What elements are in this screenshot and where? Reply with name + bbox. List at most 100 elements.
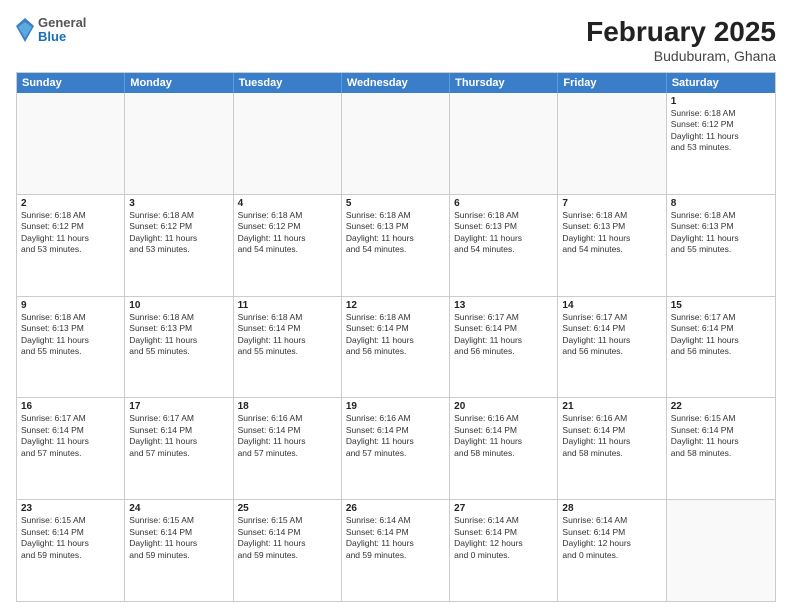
day-info: Sunrise: 6:17 AM Sunset: 6:14 PM Dayligh… [454, 312, 553, 358]
header-day-tuesday: Tuesday [234, 73, 342, 93]
day-info: Sunrise: 6:14 AM Sunset: 6:14 PM Dayligh… [346, 515, 445, 561]
day-cell-2: 2Sunrise: 6:18 AM Sunset: 6:12 PM Daylig… [17, 195, 125, 296]
day-info: Sunrise: 6:15 AM Sunset: 6:14 PM Dayligh… [238, 515, 337, 561]
day-info: Sunrise: 6:16 AM Sunset: 6:14 PM Dayligh… [562, 413, 661, 459]
calendar-row-3: 16 Sunrise: 6:17 AM Sunset: 6:14 PM Dayli… [17, 397, 775, 499]
day-cell-26: 26Sunrise: 6:14 AM Sunset: 6:14 PM Dayli… [342, 500, 450, 601]
day-number: 15 [671, 300, 771, 311]
empty-cell [125, 93, 233, 194]
day-number: 3 [129, 198, 228, 209]
logo-icon [16, 18, 34, 42]
day-number: 23 [21, 503, 120, 514]
header-day-thursday: Thursday [450, 73, 558, 93]
day-number: 16 [21, 401, 120, 412]
calendar-title: February 2025 [586, 16, 776, 48]
day-cell-13: 13Sunrise: 6:17 AM Sunset: 6:14 PM Dayli… [450, 297, 558, 398]
empty-cell [558, 93, 666, 194]
day-number: 9 [21, 300, 120, 311]
day-info: Sunrise: 6:18 AM Sunset: 6:13 PM Dayligh… [454, 210, 553, 256]
day-info: Sunrise: 6:15 AM Sunset: 6:14 PM Dayligh… [21, 515, 120, 561]
header-day-friday: Friday [558, 73, 666, 93]
day-cell-11: 11Sunrise: 6:18 AM Sunset: 6:14 PM Dayli… [234, 297, 342, 398]
header-day-saturday: Saturday [667, 73, 775, 93]
day-cell-23: 23Sunrise: 6:15 AM Sunset: 6:14 PM Dayli… [17, 500, 125, 601]
day-cell-24: 24Sunrise: 6:15 AM Sunset: 6:14 PM Dayli… [125, 500, 233, 601]
day-info: Sunrise: 6:15 AM Sunset: 6:14 PM Dayligh… [129, 515, 228, 561]
day-number: 10 [129, 300, 228, 311]
day-info: Sunrise: 6:18 AM Sunset: 6:12 PM Dayligh… [129, 210, 228, 256]
day-number: 14 [562, 300, 661, 311]
day-number: 19 [346, 401, 445, 412]
day-info: Sunrise: 6:16 AM Sunset: 6:14 PM Dayligh… [454, 413, 553, 459]
day-number: 26 [346, 503, 445, 514]
calendar-row-1: 2Sunrise: 6:18 AM Sunset: 6:12 PM Daylig… [17, 194, 775, 296]
day-info: Sunrise: 6:16 AM Sunset: 6:14 PM Dayligh… [346, 413, 445, 459]
day-cell-18: 18Sunrise: 6:16 AM Sunset: 6:14 PM Dayli… [234, 398, 342, 499]
day-number: 21 [562, 401, 661, 412]
day-cell-28: 28Sunrise: 6:14 AM Sunset: 6:14 PM Dayli… [558, 500, 666, 601]
day-number: 25 [238, 503, 337, 514]
day-cell-15: 15Sunrise: 6:17 AM Sunset: 6:14 PM Dayli… [667, 297, 775, 398]
calendar-row-2: 9Sunrise: 6:18 AM Sunset: 6:13 PM Daylig… [17, 296, 775, 398]
day-info: Sunrise: 6:18 AM Sunset: 6:12 PM Dayligh… [671, 108, 771, 154]
day-number: 18 [238, 401, 337, 412]
day-number: 22 [671, 401, 771, 412]
calendar: SundayMondayTuesdayWednesdayThursdayFrid… [16, 72, 776, 602]
day-number: 8 [671, 198, 771, 209]
day-info: Sunrise: 6:18 AM Sunset: 6:13 PM Dayligh… [562, 210, 661, 256]
day-info: Sunrise: 6:17 AM Sunset: 6:14 PM Dayligh… [671, 312, 771, 358]
calendar-subtitle: Buduburam, Ghana [586, 48, 776, 64]
day-cell-16: 16Sunrise: 6:17 AM Sunset: 6:14 PM Dayli… [17, 398, 125, 499]
header-day-wednesday: Wednesday [342, 73, 450, 93]
day-cell-1: 1Sunrise: 6:18 AM Sunset: 6:12 PM Daylig… [667, 93, 775, 194]
day-info: Sunrise: 6:18 AM Sunset: 6:13 PM Dayligh… [129, 312, 228, 358]
logo: General Blue [16, 16, 86, 45]
header-day-monday: Monday [125, 73, 233, 93]
day-number: 7 [562, 198, 661, 209]
calendar-body: 1Sunrise: 6:18 AM Sunset: 6:12 PM Daylig… [17, 93, 775, 601]
day-info: Sunrise: 6:18 AM Sunset: 6:12 PM Dayligh… [238, 210, 337, 256]
day-cell-4: 4Sunrise: 6:18 AM Sunset: 6:12 PM Daylig… [234, 195, 342, 296]
day-info: Sunrise: 6:14 AM Sunset: 6:14 PM Dayligh… [562, 515, 661, 561]
day-cell-5: 5Sunrise: 6:18 AM Sunset: 6:13 PM Daylig… [342, 195, 450, 296]
day-cell-27: 27Sunrise: 6:14 AM Sunset: 6:14 PM Dayli… [450, 500, 558, 601]
calendar-row-4: 23Sunrise: 6:15 AM Sunset: 6:14 PM Dayli… [17, 499, 775, 601]
day-cell-25: 25Sunrise: 6:15 AM Sunset: 6:14 PM Dayli… [234, 500, 342, 601]
day-cell-21: 21Sunrise: 6:16 AM Sunset: 6:14 PM Dayli… [558, 398, 666, 499]
day-info: Sunrise: 6:17 AM Sunset: 6:14 PM Dayligh… [129, 413, 228, 459]
day-info: Sunrise: 6:18 AM Sunset: 6:13 PM Dayligh… [346, 210, 445, 256]
day-number: 11 [238, 300, 337, 311]
logo-blue: Blue [38, 30, 86, 44]
day-number: 24 [129, 503, 228, 514]
day-number: 20 [454, 401, 553, 412]
day-number: 17 [129, 401, 228, 412]
day-cell-19: 19Sunrise: 6:16 AM Sunset: 6:14 PM Dayli… [342, 398, 450, 499]
day-info: Sunrise: 6:18 AM Sunset: 6:12 PM Dayligh… [21, 210, 120, 256]
day-cell-3: 3Sunrise: 6:18 AM Sunset: 6:12 PM Daylig… [125, 195, 233, 296]
day-number: 13 [454, 300, 553, 311]
empty-cell [342, 93, 450, 194]
day-number: 27 [454, 503, 553, 514]
day-number: 28 [562, 503, 661, 514]
calendar-header: SundayMondayTuesdayWednesdayThursdayFrid… [17, 73, 775, 93]
day-cell-14: 14Sunrise: 6:17 AM Sunset: 6:14 PM Dayli… [558, 297, 666, 398]
day-cell-8: 8Sunrise: 6:18 AM Sunset: 6:13 PM Daylig… [667, 195, 775, 296]
day-info: Sunrise: 6:15 AM Sunset: 6:14 PM Dayligh… [671, 413, 771, 459]
day-cell-6: 6Sunrise: 6:18 AM Sunset: 6:13 PM Daylig… [450, 195, 558, 296]
day-cell-17: 17Sunrise: 6:17 AM Sunset: 6:14 PM Dayli… [125, 398, 233, 499]
day-cell-20: 20Sunrise: 6:16 AM Sunset: 6:14 PM Dayli… [450, 398, 558, 499]
day-info: Sunrise: 6:17 AM Sunset: 6:14 PM Dayligh… [562, 312, 661, 358]
day-number: 1 [671, 96, 771, 107]
day-info: Sunrise: 6:18 AM Sunset: 6:13 PM Dayligh… [671, 210, 771, 256]
day-info: Sunrise: 6:16 AM Sunset: 6:14 PM Dayligh… [238, 413, 337, 459]
title-block: February 2025 Buduburam, Ghana [586, 16, 776, 64]
day-number: 12 [346, 300, 445, 311]
logo-general: General [38, 16, 86, 30]
day-number: 2 [21, 198, 120, 209]
empty-cell [17, 93, 125, 194]
day-cell-22: 22Sunrise: 6:15 AM Sunset: 6:14 PM Dayli… [667, 398, 775, 499]
day-number: 5 [346, 198, 445, 209]
day-info: Sunrise: 6:18 AM Sunset: 6:13 PM Dayligh… [21, 312, 120, 358]
calendar-row-0: 1Sunrise: 6:18 AM Sunset: 6:12 PM Daylig… [17, 93, 775, 194]
day-number: 6 [454, 198, 553, 209]
